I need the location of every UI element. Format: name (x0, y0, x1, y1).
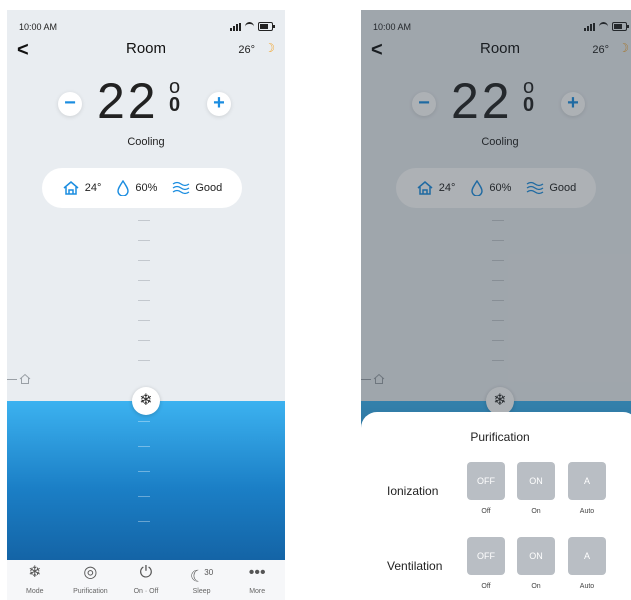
home-icon (63, 181, 79, 195)
snowflake-slider-handle[interactable]: ❄ (132, 387, 160, 415)
bottom-tab-bar: ❄ Mode ◎ Purification ⏻ On · Off ☾30 Sleep •… (7, 560, 285, 600)
cooling-fill (7, 401, 285, 560)
purification-icon: ◎ (83, 564, 98, 581)
ventilation-on-label: On (531, 583, 541, 590)
sheet-title: Purification (470, 430, 530, 444)
humidity-icon (117, 180, 130, 196)
ionization-auto-label: Auto (579, 508, 595, 515)
increase-temp-button[interactable]: + (207, 92, 231, 116)
room-temp-marker (7, 373, 31, 385)
ionization-off-label: Off (481, 508, 491, 515)
ventilation-on-button[interactable]: ON (517, 537, 555, 575)
room-screen-purification-open: 10:00 AM < Room 26° ☽ − 22 o 0 + Cooling… (361, 10, 631, 600)
moon-icon: ☽ (264, 41, 275, 55)
ionization-auto-button[interactable]: A (568, 462, 606, 500)
home-marker-icon (19, 373, 31, 384)
purification-sheet: Purification Ionization OFF ON A Off On … (361, 412, 631, 600)
ionizer-auto-icon: A (583, 476, 590, 486)
ventilation-off-button[interactable]: OFF (467, 537, 505, 575)
ionization-label: Ionization (387, 484, 439, 498)
power-icon: ⏻ (139, 564, 153, 581)
setpoint-control: − 22 o 0 + (7, 72, 285, 132)
ventilation-off-label: Off (481, 583, 491, 590)
battery-icon (258, 22, 275, 31)
ionizer-on-icon: ON (529, 476, 543, 486)
tab-more[interactable]: ••• More (229, 560, 285, 600)
more-icon: ••• (248, 564, 266, 581)
air-quality-value: Good (195, 182, 223, 194)
humidity-value: 60% (135, 182, 158, 194)
tab-power[interactable]: ⏻ On · Off (118, 560, 174, 600)
outdoor-temp: 26° (238, 44, 255, 56)
ventilation-auto-button[interactable]: A (568, 537, 606, 575)
conditions-pill: 24° 60% Good (42, 168, 242, 208)
mode-icon: ❄ (28, 564, 42, 581)
mode-label: Cooling (127, 136, 165, 148)
fan-off-icon: OFF (477, 551, 495, 561)
tab-purification[interactable]: ◎ Purification (63, 560, 119, 600)
fan-auto-icon: A (583, 551, 590, 561)
indoor-temp: 24° (84, 182, 102, 194)
ventilation-auto-label: Auto (579, 583, 595, 590)
tab-mode[interactable]: ❄ Mode (7, 560, 63, 600)
air-quality-icon (172, 181, 190, 195)
wifi-icon (245, 22, 254, 31)
ionization-on-button[interactable]: ON (517, 462, 555, 500)
temp-scale (138, 220, 152, 380)
status-bar: 10:00 AM (19, 22, 275, 36)
room-screen: 10:00 AM < Room 26° ☽ − 22 o 0 + Cooling… (7, 10, 285, 600)
status-time: 10:00 AM (19, 22, 58, 32)
ionization-off-button[interactable]: OFF (467, 462, 505, 500)
signal-icon (230, 22, 241, 31)
tab-sleep[interactable]: ☾30 Sleep (174, 560, 230, 600)
sleep-icon: ☾30 (189, 568, 214, 586)
ionization-on-label: On (531, 508, 541, 515)
setpoint-value: 22 (97, 73, 159, 129)
ionizer-off-icon: OFF (477, 476, 495, 486)
ventilation-label: Ventilation (387, 559, 443, 573)
decrease-temp-button[interactable]: − (58, 92, 82, 116)
setpoint-fraction: o 0 (169, 76, 181, 116)
fan-on-icon: ON (529, 551, 543, 561)
